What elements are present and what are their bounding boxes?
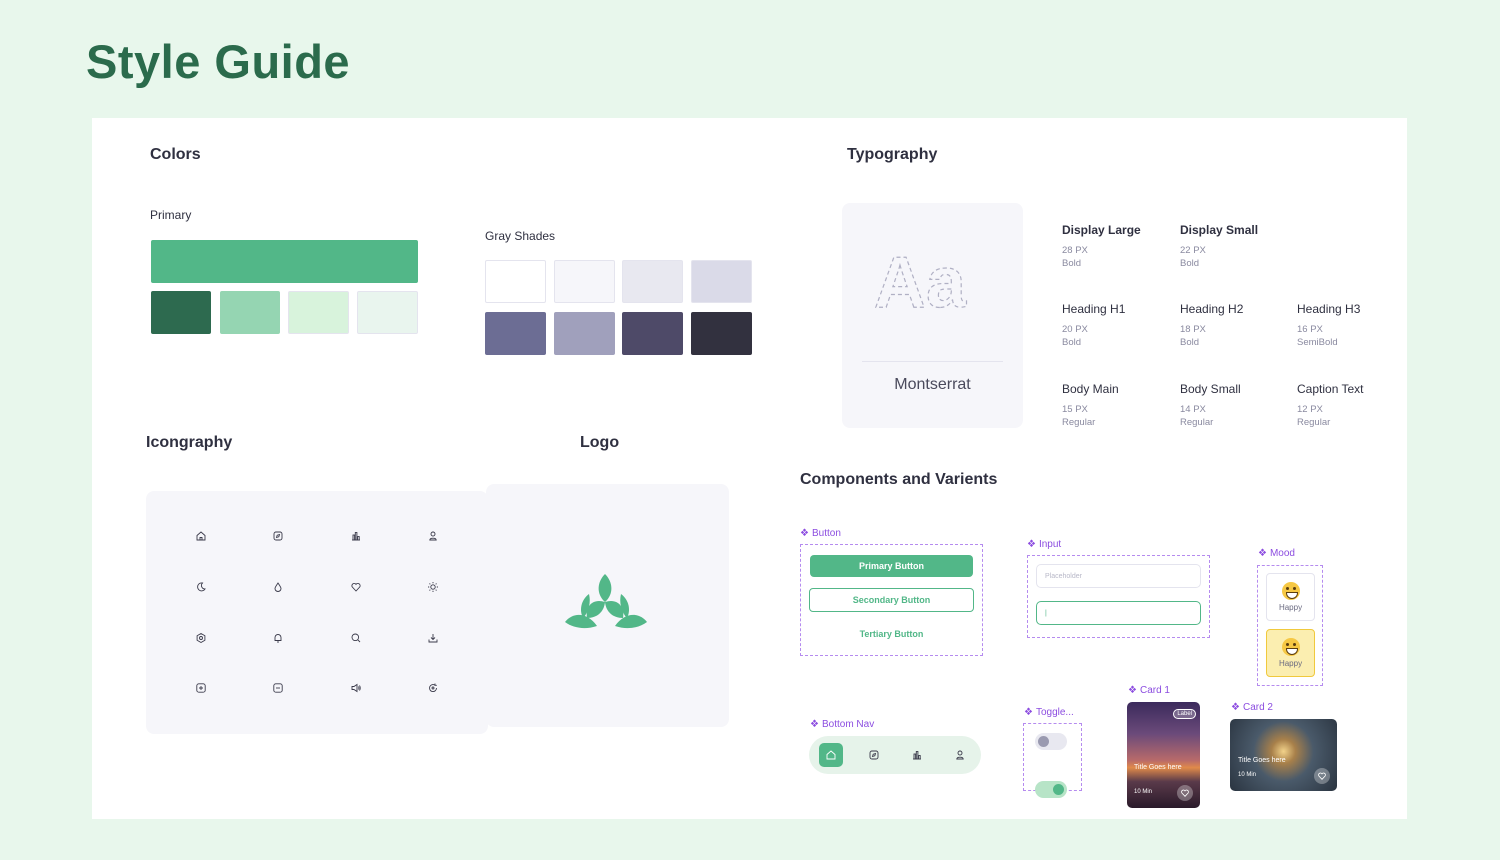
gray-swatch bbox=[622, 260, 683, 303]
card-1[interactable]: Label Title Goes here 10 Min bbox=[1127, 702, 1200, 808]
settings-icon bbox=[194, 631, 208, 645]
refresh-icon bbox=[426, 681, 440, 695]
type-style-heading-h2: Heading H2 18 PX Bold bbox=[1180, 302, 1244, 348]
primary-shade-swatch bbox=[357, 291, 418, 334]
specimen-glyph: Aa bbox=[873, 243, 967, 315]
component-icon: ❖ bbox=[1027, 539, 1036, 550]
type-style-heading-h1: Heading H1 20 PX Bold bbox=[1062, 302, 1126, 348]
card2-component-tag: ❖ Card 2 bbox=[1231, 702, 1273, 713]
bottom-nav-component-tag: ❖ Bottom Nav bbox=[810, 719, 875, 730]
iconography-section-title: Icongraphy bbox=[146, 434, 233, 451]
component-icon: ❖ bbox=[1024, 707, 1033, 718]
input-field-default[interactable]: Placeholder bbox=[1036, 564, 1201, 588]
component-icon: ❖ bbox=[800, 528, 809, 539]
toggle-knob bbox=[1038, 736, 1049, 747]
sun-icon bbox=[426, 580, 440, 594]
primary-main-swatch bbox=[151, 240, 418, 283]
happy-emoji-icon bbox=[1281, 582, 1300, 600]
component-icon: ❖ bbox=[810, 719, 819, 730]
gray-swatch bbox=[554, 312, 615, 355]
volume-icon bbox=[349, 681, 363, 695]
drop-icon bbox=[271, 580, 285, 594]
logo-panel bbox=[486, 484, 729, 727]
bottom-nav-profile[interactable] bbox=[953, 748, 967, 762]
type-style-display-small: Display Small 22 PX Bold bbox=[1180, 223, 1259, 269]
type-style-display-large: Display Large 28 PX Bold bbox=[1062, 223, 1141, 269]
compass-icon bbox=[869, 750, 879, 760]
component-icon: ❖ bbox=[1128, 685, 1137, 696]
page-title: Style Guide bbox=[86, 35, 351, 88]
card-meta: 10 Min bbox=[1134, 789, 1153, 795]
card-meta: 10 Min bbox=[1238, 772, 1257, 778]
type-style-heading-h3: Heading H3 16 PX SemiBold bbox=[1297, 302, 1361, 348]
minus-square-icon bbox=[271, 681, 285, 695]
bar-chart-icon bbox=[349, 529, 363, 543]
type-style-body-main: Body Main 15 PX Regular bbox=[1062, 382, 1119, 428]
happy-emoji-icon bbox=[1281, 638, 1300, 656]
tertiary-button[interactable]: Tertiary Button bbox=[810, 623, 973, 645]
bell-icon bbox=[271, 631, 285, 645]
toggle-on[interactable] bbox=[1035, 781, 1067, 798]
toggle-off[interactable] bbox=[1035, 733, 1067, 750]
search-icon bbox=[349, 631, 363, 645]
gray-swatch bbox=[691, 312, 752, 355]
toggle-component-tag: ❖ Toggle... bbox=[1024, 707, 1074, 718]
icon-grid-panel bbox=[146, 491, 488, 734]
font-name: Montserrat bbox=[894, 376, 971, 393]
card-title: Title Goes here bbox=[1238, 757, 1286, 764]
gray-shades-label: Gray Shades bbox=[485, 229, 556, 243]
svg-text:Aa: Aa bbox=[874, 243, 967, 315]
primary-shade-swatch bbox=[288, 291, 349, 334]
gray-swatch bbox=[691, 260, 752, 303]
typography-section-title: Typography bbox=[847, 146, 938, 163]
card-badge: Label bbox=[1173, 709, 1196, 719]
secondary-button[interactable]: Secondary Button bbox=[809, 588, 974, 612]
card-favorite-button[interactable] bbox=[1177, 785, 1193, 801]
type-style-body-small: Body Small 14 PX Regular bbox=[1180, 382, 1241, 428]
compass-icon bbox=[271, 529, 285, 543]
card-title: Title Goes here bbox=[1134, 764, 1182, 771]
button-component-tag: ❖ Button bbox=[800, 528, 841, 539]
primary-label: Primary bbox=[150, 208, 192, 222]
components-section-title: Components and Varients bbox=[800, 471, 998, 488]
gray-swatch bbox=[622, 312, 683, 355]
bottom-nav-explore[interactable] bbox=[867, 748, 881, 762]
user-icon bbox=[956, 750, 964, 760]
primary-shade-swatch bbox=[151, 291, 211, 334]
gray-swatch bbox=[554, 260, 615, 303]
bottom-nav-stats[interactable] bbox=[910, 748, 924, 762]
font-specimen-card: Aa Montserrat bbox=[842, 203, 1023, 428]
primary-button[interactable]: Primary Button bbox=[810, 555, 973, 577]
home-icon bbox=[194, 529, 208, 543]
plus-square-icon bbox=[194, 681, 208, 695]
bar-chart-icon bbox=[913, 751, 921, 760]
heart-icon bbox=[1318, 772, 1326, 780]
primary-shade-swatch bbox=[220, 291, 280, 334]
component-icon: ❖ bbox=[1231, 702, 1240, 713]
colors-section-title: Colors bbox=[150, 146, 201, 163]
home-icon bbox=[826, 750, 836, 760]
card1-component-tag: ❖ Card 1 bbox=[1128, 685, 1170, 696]
input-component-tag: ❖ Input bbox=[1027, 539, 1062, 550]
mood-chip-default[interactable]: Happy bbox=[1266, 573, 1315, 621]
logo-section-title: Logo bbox=[580, 434, 620, 451]
user-icon bbox=[426, 529, 440, 543]
mood-component-tag: ❖ Mood bbox=[1258, 548, 1295, 559]
type-style-caption-text: Caption Text 12 PX Regular bbox=[1297, 382, 1364, 428]
heart-icon bbox=[1181, 789, 1189, 797]
card-favorite-button[interactable] bbox=[1314, 768, 1330, 784]
mood-chip-selected[interactable]: Happy bbox=[1266, 629, 1315, 677]
download-icon bbox=[426, 631, 440, 645]
bottom-nav-home[interactable] bbox=[819, 743, 843, 767]
toggle-knob bbox=[1053, 784, 1064, 795]
gray-swatch bbox=[485, 260, 546, 303]
moon-icon bbox=[194, 580, 208, 594]
gray-swatch bbox=[485, 312, 546, 355]
card-2[interactable]: Title Goes here 10 Min bbox=[1230, 719, 1337, 791]
input-field-active[interactable]: | bbox=[1036, 601, 1201, 625]
specimen-divider bbox=[862, 361, 1003, 362]
heart-icon bbox=[349, 580, 363, 594]
lotus-logo-icon bbox=[565, 574, 647, 629]
component-icon: ❖ bbox=[1258, 548, 1267, 559]
